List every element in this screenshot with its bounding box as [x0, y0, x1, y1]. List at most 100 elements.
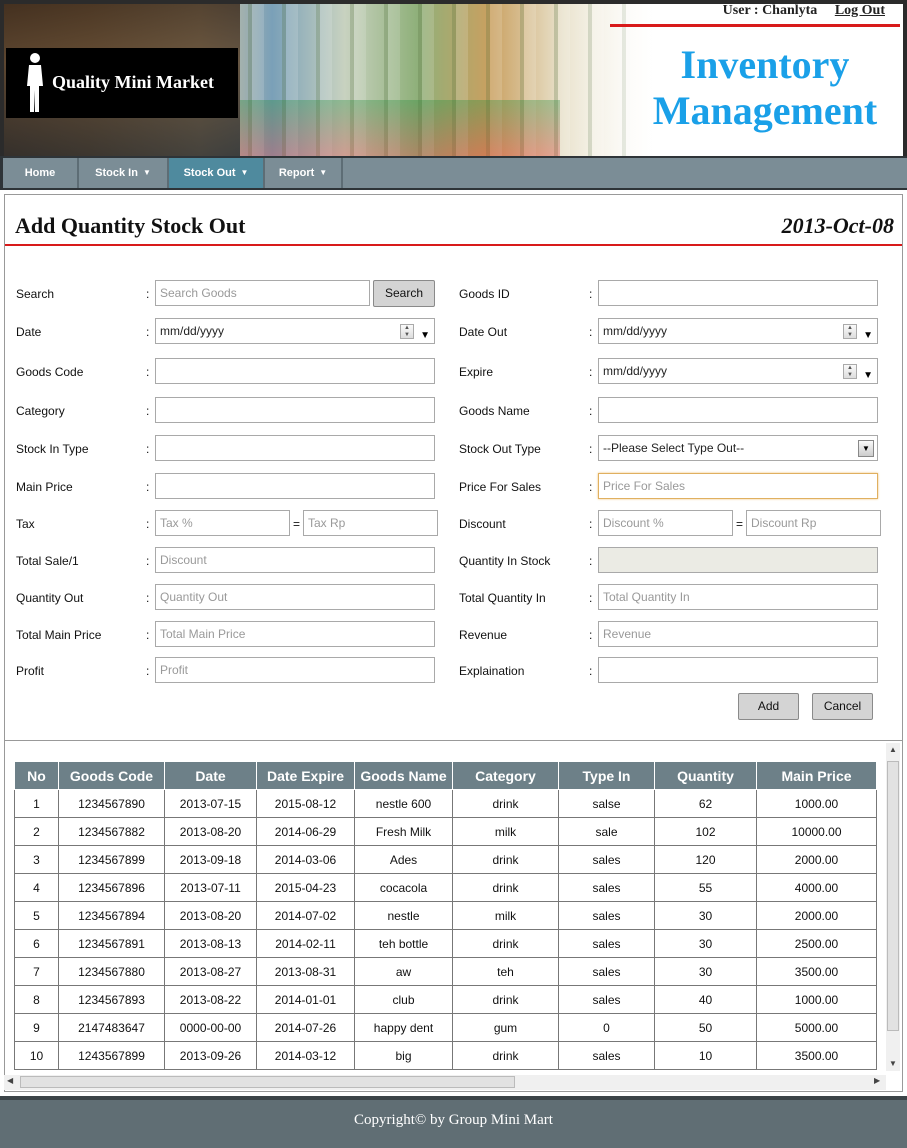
scroll-down-icon[interactable]: ▼: [886, 1059, 900, 1068]
revenue-input[interactable]: Revenue: [598, 621, 878, 647]
total-sale-input[interactable]: Discount: [155, 547, 435, 573]
column-header[interactable]: Date Expire: [256, 761, 355, 790]
spinner-icon[interactable]: ▲ ▼: [843, 324, 857, 339]
vertical-scrollbar[interactable]: ▲ ▼: [886, 743, 900, 1071]
tax-percent-input[interactable]: Tax %: [155, 510, 290, 536]
category-input[interactable]: [155, 397, 435, 423]
nav-item-stock-out[interactable]: Stock Out ▼: [169, 158, 265, 188]
table-cell: 1234567894: [58, 901, 165, 930]
scroll-left-icon[interactable]: ◀: [7, 1076, 13, 1085]
table-cell: 50: [654, 1013, 757, 1042]
table-cell: 4000.00: [756, 873, 877, 902]
table-row[interactable]: 9 2147483647 0000-00-00 2014-07-26 happy den…: [14, 1013, 877, 1042]
scroll-thumb[interactable]: [20, 1076, 515, 1088]
discount-rp-input[interactable]: Discount Rp: [746, 510, 881, 536]
stock-out-type-select[interactable]: --Please Select Type Out-- ▼: [598, 435, 878, 461]
header-banner: Quality Mini Market User : Chanlyta Log …: [0, 0, 907, 156]
table-row[interactable]: 2 1234567882 2013-08-20 2014-06-29 Fresh Mil…: [14, 817, 877, 846]
date-field[interactable]: mm/dd/yyyy ▲ ▼ ▼: [155, 318, 435, 344]
horizontal-scrollbar[interactable]: ◀ ▶: [4, 1075, 886, 1090]
discount-label: Discount: [459, 517, 506, 531]
table-cell: 0000-00-00: [164, 1013, 257, 1042]
table-row[interactable]: 8 1234567893 2013-08-22 2014-01-01 club drink…: [14, 985, 877, 1014]
discount-percent-input[interactable]: Discount %: [598, 510, 733, 536]
spinner-icon[interactable]: ▲ ▼: [400, 324, 414, 339]
cancel-button[interactable]: Cancel: [812, 693, 873, 720]
table-cell: 2014-07-26: [256, 1013, 355, 1042]
table-cell: drink: [452, 1041, 559, 1070]
table-cell: 2147483647: [58, 1013, 165, 1042]
colon: :: [589, 591, 593, 605]
scroll-thumb[interactable]: [887, 761, 899, 1031]
table-cell: nestle 600: [354, 789, 453, 818]
logout-link[interactable]: Log Out: [835, 3, 885, 18]
colon: :: [589, 517, 593, 531]
column-header[interactable]: Goods Name: [354, 761, 453, 790]
table-cell: 5: [14, 901, 59, 930]
table-cell: 2013-08-22: [164, 985, 257, 1014]
table-cell: 102: [654, 817, 757, 846]
column-header[interactable]: Date: [164, 761, 257, 790]
price-for-sales-input[interactable]: Price For Sales: [598, 473, 878, 499]
column-header[interactable]: Main Price: [756, 761, 877, 790]
table-row[interactable]: 1 1234567890 2013-07-15 2015-08-12 nestle 60…: [14, 789, 877, 818]
goods-code-input[interactable]: [155, 358, 435, 384]
scroll-right-icon[interactable]: ▶: [874, 1076, 880, 1085]
stock-out-type-label: Stock Out Type: [459, 442, 541, 456]
table-cell: 6: [14, 929, 59, 958]
expire-field[interactable]: mm/dd/yyyy ▲ ▼ ▼: [598, 358, 878, 384]
column-header[interactable]: Quantity: [654, 761, 757, 790]
table-row[interactable]: 5 1234567894 2013-08-20 2014-07-02 nestle mil…: [14, 901, 877, 930]
search-button[interactable]: Search: [373, 280, 435, 307]
stock-in-type-input[interactable]: [155, 435, 435, 461]
dropdown-arrow-icon[interactable]: ▼: [863, 364, 873, 383]
table-row[interactable]: 3 1234567899 2013-09-18 2014-03-06 Ades drink…: [14, 845, 877, 874]
profit-input[interactable]: Profit: [155, 657, 435, 683]
colon: :: [146, 404, 150, 418]
column-header[interactable]: No: [14, 761, 59, 790]
column-header[interactable]: Goods Code: [58, 761, 165, 790]
table-row[interactable]: 4 1234567896 2013-07-11 2015-04-23 cocacola d…: [14, 873, 877, 902]
add-button[interactable]: Add: [738, 693, 799, 720]
nav-item-report[interactable]: Report ▼: [265, 158, 343, 188]
search-input[interactable]: Search Goods: [155, 280, 370, 306]
column-header[interactable]: Category: [452, 761, 559, 790]
quantity-out-input[interactable]: Quantity Out: [155, 584, 435, 610]
main-nav: Home Stock In ▼ Stock Out ▼ Report ▼: [0, 156, 907, 190]
chevron-down-icon[interactable]: ▼: [858, 440, 874, 457]
goods-id-input[interactable]: [598, 280, 878, 306]
table-row[interactable]: 6 1234567891 2013-08-13 2014-02-11 teh bottl…: [14, 929, 877, 958]
scroll-up-icon[interactable]: ▲: [886, 745, 900, 754]
nav-item-home[interactable]: Home: [3, 158, 79, 188]
table-cell: 1234567899: [58, 845, 165, 874]
table-cell: 2015-08-12: [256, 789, 355, 818]
table-row[interactable]: 10 1243567899 2013-09-26 2014-03-12 big drink…: [14, 1041, 877, 1070]
date-out-field[interactable]: mm/dd/yyyy ▲ ▼ ▼: [598, 318, 878, 344]
goods-name-input[interactable]: [598, 397, 878, 423]
table-cell: 2013-08-20: [164, 817, 257, 846]
dropdown-arrow-icon[interactable]: ▼: [863, 324, 873, 343]
table-cell: 2000.00: [756, 901, 877, 930]
table-cell: cocacola: [354, 873, 453, 902]
total-quantity-in-input[interactable]: Total Quantity In: [598, 584, 878, 610]
caret-down-icon: ▼: [142, 168, 151, 177]
colon: :: [146, 365, 150, 379]
nav-item-stock-in[interactable]: Stock In ▼: [79, 158, 169, 188]
user-info: User : Chanlyta Log Out: [723, 3, 885, 19]
column-header[interactable]: Type In: [558, 761, 655, 790]
total-main-price-input[interactable]: Total Main Price: [155, 621, 435, 647]
table-cell: 7: [14, 957, 59, 986]
table-cell: 4: [14, 873, 59, 902]
table-cell: nestle: [354, 901, 453, 930]
table-cell: 10000.00: [756, 817, 877, 846]
table-row[interactable]: 7 1234567880 2013-08-27 2013-08-31 aw teh sale…: [14, 957, 877, 986]
colon: :: [146, 554, 150, 568]
table-cell: 1234567896: [58, 873, 165, 902]
explaination-input[interactable]: [598, 657, 878, 683]
table-cell: 40: [654, 985, 757, 1014]
main-price-input[interactable]: [155, 473, 435, 499]
dropdown-arrow-icon[interactable]: ▼: [420, 324, 430, 343]
spinner-icon[interactable]: ▲ ▼: [843, 364, 857, 379]
tax-rp-input[interactable]: Tax Rp: [303, 510, 438, 536]
total-sale-label: Total Sale/1: [16, 554, 79, 568]
